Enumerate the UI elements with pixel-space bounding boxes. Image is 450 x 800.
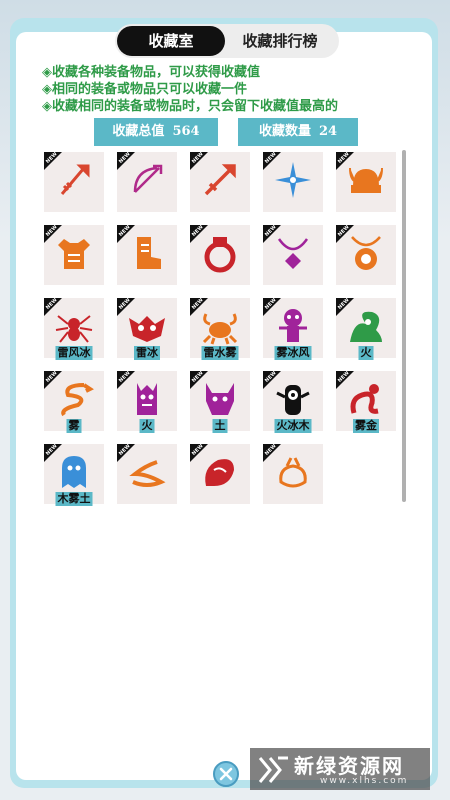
crab-icon — [202, 313, 238, 345]
rule-text: ◈收藏相同的装备或物品时，只会留下收藏值最高的 — [42, 99, 338, 114]
collection-item[interactable]: NEW — [263, 224, 323, 285]
collection-item[interactable]: NEW 火 — [117, 370, 177, 433]
tab-collection-ranking[interactable]: 收藏排行榜 — [225, 26, 335, 56]
rule-text: ◈收藏各种装备物品，可以获得收藏值 — [42, 65, 260, 80]
ring-icon — [204, 237, 236, 273]
watermark: 新绿资源网 www.xlhs.com — [250, 748, 430, 790]
serpent-rider-icon — [350, 384, 379, 414]
skull-totem-icon — [279, 309, 307, 342]
ghost-icon — [62, 456, 86, 488]
collection-item[interactable]: NEW — [263, 443, 323, 504]
viking-helmet-icon — [349, 167, 383, 193]
collection-item[interactable]: NEW — [336, 151, 396, 212]
collection-item[interactable]: NEW 火冰木 — [263, 370, 323, 433]
item-element-label: 雾冰风 — [274, 346, 312, 360]
amulet-icon — [277, 238, 309, 269]
watermark-url: www.xlhs.com — [320, 776, 409, 786]
close-button[interactable] — [213, 761, 239, 787]
item-element-label: 雷冰 — [134, 346, 160, 360]
collection-item[interactable]: NEW — [44, 151, 104, 212]
spear-icon — [60, 164, 90, 195]
total-value-badge: 收藏总值 564 — [94, 118, 218, 146]
item-element-label: 雷水雾 — [201, 346, 239, 360]
dragon-icon — [61, 383, 94, 417]
rule-text: ◈相同的装备或物品只可以收藏一件 — [42, 82, 247, 97]
total-value-number: 564 — [172, 124, 200, 139]
rules-list: ◈收藏各种装备物品，可以获得收藏值 ◈相同的装备或物品只可以收藏一件 ◈收藏相同… — [42, 64, 402, 115]
pendant-icon — [351, 236, 381, 270]
tab-collection-room[interactable]: 收藏室 — [117, 26, 225, 56]
boots-icon — [137, 237, 161, 269]
collection-count-label: 收藏数量 — [258, 124, 311, 139]
bow-icon — [133, 164, 163, 193]
meat-icon — [205, 459, 234, 486]
collection-grid: NEW NEW NEW NEW NEW NEW NEW NEW NEW NEW NEW 雷风冰 NEW 雷… — [44, 151, 404, 506]
item-element-label: 火 — [139, 419, 155, 433]
item-element-label: 木雾土 — [55, 492, 93, 506]
collection-item[interactable]: NEW 雾金 — [336, 370, 396, 433]
watermark-name: 新绿资源网 — [294, 754, 404, 778]
collection-item[interactable]: NEW — [117, 443, 177, 504]
item-element-label: 火冰木 — [274, 419, 312, 433]
rope-icon — [129, 460, 166, 487]
demon-icon — [206, 383, 234, 415]
item-element-label: 火 — [358, 346, 374, 360]
item-element-label: 雾 — [66, 419, 82, 433]
collection-item[interactable]: NEW — [263, 151, 323, 212]
collection-item[interactable]: NEW — [190, 224, 250, 285]
collection-item[interactable]: NEW — [190, 151, 250, 212]
collection-item[interactable]: NEW — [44, 224, 104, 285]
collection-item[interactable]: NEW — [190, 443, 250, 504]
total-value-label: 收藏总值 — [112, 124, 165, 139]
bat-mask-icon — [129, 316, 165, 342]
tab-bar: 收藏室 收藏排行榜 — [115, 24, 339, 58]
close-icon — [219, 767, 233, 781]
item-element-label: 土 — [212, 419, 228, 433]
collection-item[interactable]: NEW — [117, 151, 177, 212]
bag-icon — [279, 457, 307, 488]
collection-item[interactable]: NEW — [336, 224, 396, 285]
cyclops-icon — [276, 385, 310, 415]
shuriken-icon — [275, 162, 311, 198]
collection-item[interactable]: NEW 雷风冰 — [44, 297, 104, 360]
collection-item[interactable]: NEW 土 — [190, 370, 250, 433]
spider-icon — [55, 315, 93, 343]
collection-item[interactable]: NEW 木雾土 — [44, 443, 104, 506]
item-element-label: 雷风冰 — [55, 346, 93, 360]
collection-item[interactable]: NEW — [117, 224, 177, 285]
collection-item[interactable]: NEW 火 — [336, 297, 396, 360]
collection-item[interactable]: NEW 雷水雾 — [190, 297, 250, 360]
plant-monster-icon — [350, 311, 382, 342]
collection-item[interactable]: NEW 雾冰风 — [263, 297, 323, 360]
armor-icon — [58, 239, 90, 269]
tree-monster-icon — [137, 383, 157, 415]
collection-item[interactable]: NEW 雷冰 — [117, 297, 177, 360]
sword-icon — [204, 164, 236, 196]
collection-count-number: 24 — [318, 124, 338, 139]
collection-count-badge: 收藏数量 24 — [238, 118, 358, 146]
scrollbar[interactable] — [402, 150, 406, 502]
item-element-label: 雾金 — [353, 419, 379, 433]
collection-item[interactable]: NEW 雾 — [44, 370, 104, 433]
watermark-logo-icon — [258, 756, 288, 783]
